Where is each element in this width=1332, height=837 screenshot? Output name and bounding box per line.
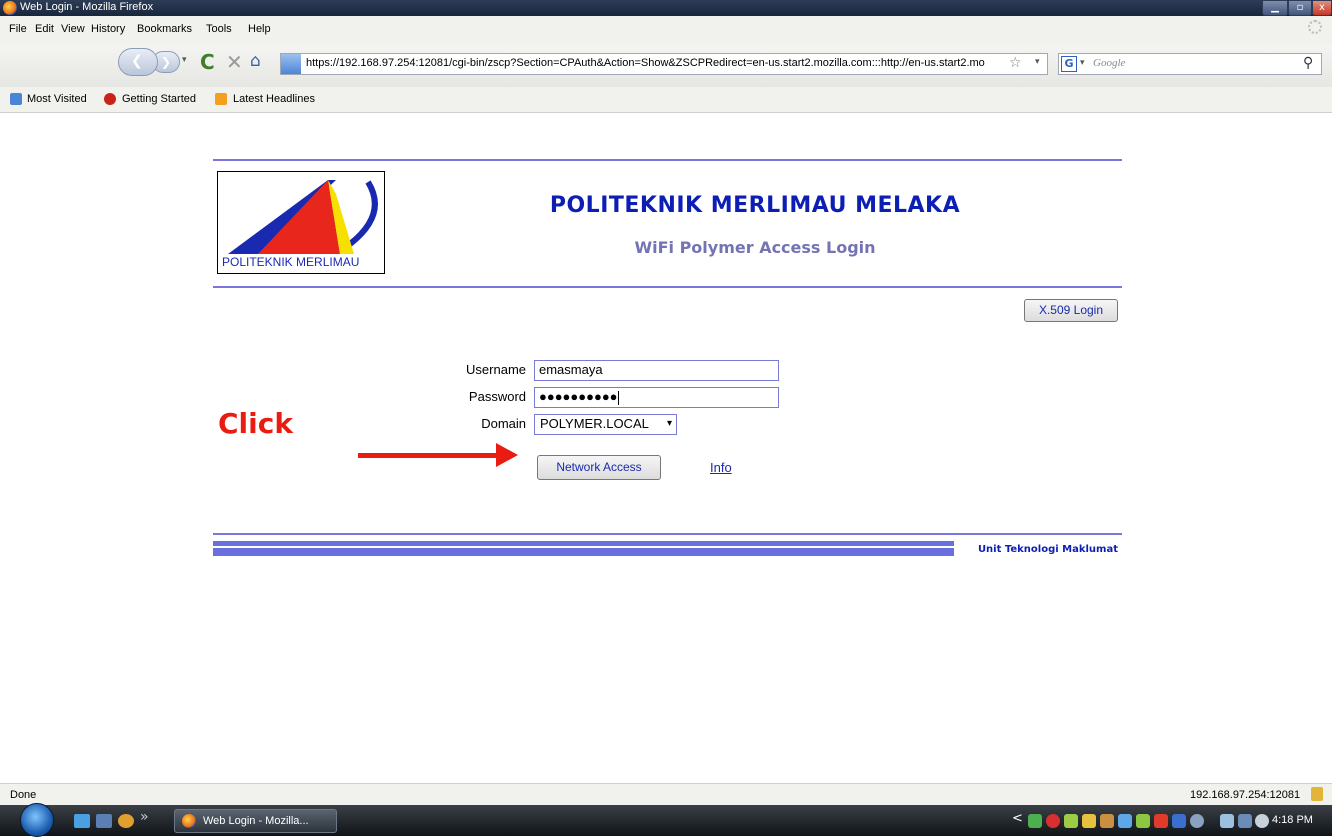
rss-feed-icon <box>215 93 227 105</box>
padlock-icon[interactable] <box>1311 787 1323 801</box>
tray-expand-icon[interactable]: < <box>1012 811 1023 826</box>
window-titlebar: Web Login - Mozilla Firefox ▁ ▫ x <box>0 0 1332 16</box>
tray-alert-icon[interactable] <box>1154 814 1168 828</box>
click-annotation: Click <box>218 407 293 440</box>
status-text: Done <box>10 789 37 801</box>
header-bottom-rule <box>213 286 1122 288</box>
logo-text: POLITEKNIK MERLIMAU <box>222 255 360 269</box>
x509-login-button[interactable]: X.509 Login <box>1024 299 1118 322</box>
info-link[interactable]: Info <box>710 460 732 475</box>
username-label: Username <box>466 362 526 377</box>
quick-launch-app-icon[interactable] <box>118 814 134 828</box>
bookmark-star-icon[interactable]: ☆ <box>1009 55 1022 71</box>
search-bar[interactable]: G ▾ Google ⚲ <box>1058 53 1322 75</box>
tray-connection-icon[interactable] <box>1220 814 1234 828</box>
bookmark-most-visited[interactable]: Most Visited <box>27 93 87 105</box>
firefox-icon <box>182 814 196 828</box>
google-engine-icon[interactable]: G <box>1061 56 1077 72</box>
portal-title: WiFi Polymer Access Login <box>634 238 876 257</box>
taskbar: » Web Login - Mozilla... < 4:18 PM <box>0 803 1332 837</box>
tray-tool-icon[interactable] <box>1100 814 1114 828</box>
tray-security-icon[interactable] <box>1046 814 1060 828</box>
tray-app-icon[interactable] <box>1064 814 1078 828</box>
tray-network-icon[interactable] <box>1028 814 1042 828</box>
red-arrow-icon <box>496 443 518 467</box>
quick-launch-more-icon[interactable]: » <box>140 809 149 825</box>
status-host: 192.168.97.254:12081 <box>1190 789 1301 801</box>
taskbar-button-label: Web Login - Mozilla... <box>203 815 309 827</box>
menu-edit[interactable]: Edit <box>35 23 54 35</box>
minimize-button[interactable]: ▁ <box>1262 0 1288 16</box>
network-access-button[interactable]: Network Access <box>537 455 661 480</box>
red-arrow-shaft <box>358 453 498 458</box>
maximize-button[interactable]: ▫ <box>1288 0 1312 16</box>
menu-history[interactable]: History <box>91 23 125 35</box>
username-input[interactable]: emasmaya <box>534 360 779 381</box>
domain-select[interactable]: POLYMER.LOCAL ▾ <box>534 414 677 435</box>
menu-file[interactable]: File <box>9 23 27 35</box>
most-visited-icon <box>10 93 22 105</box>
url-bar[interactable]: https://192.168.97.254:12081/cgi-bin/zsc… <box>280 53 1048 75</box>
bookmark-latest-headlines[interactable]: Latest Headlines <box>233 93 315 105</box>
stop-icon[interactable]: ✕ <box>226 50 243 74</box>
show-desktop-icon[interactable] <box>74 814 90 828</box>
footer-bar-1 <box>213 541 954 546</box>
footer-text: Unit Teknologi Maklumat <box>977 544 1118 555</box>
politeknik-logo: POLITEKNIK MERLIMAU <box>217 171 385 274</box>
domain-label: Domain <box>481 416 526 431</box>
search-icon[interactable]: ⚲ <box>1303 55 1313 71</box>
reload-icon[interactable]: C <box>200 50 215 74</box>
password-mask: ●●●●●●●●●● <box>539 389 618 404</box>
back-arrow-icon: ❮ <box>131 53 143 69</box>
clock[interactable]: 4:18 PM <box>1272 814 1313 826</box>
bookmark-getting-started[interactable]: Getting Started <box>122 93 196 105</box>
search-engine-dropdown-icon[interactable]: ▾ <box>1080 58 1085 68</box>
getting-started-icon <box>104 93 116 105</box>
password-input[interactable]: ●●●●●●●●●● <box>534 387 779 408</box>
history-dropdown-icon[interactable]: ▾ <box>182 55 187 65</box>
switch-windows-icon[interactable] <box>96 814 112 828</box>
menu-tools[interactable]: Tools <box>206 23 232 35</box>
navigation-toolbar: ❯ ❮ ▾ C ✕ ⌂ https://192.168.97.254:12081… <box>0 45 1332 87</box>
chevron-down-icon: ▾ <box>666 418 672 429</box>
firefox-icon <box>3 1 17 15</box>
back-button[interactable]: ❮ <box>118 48 158 76</box>
footer-top-rule <box>213 533 1122 535</box>
menu-bar: File Edit View History Bookmarks Tools H… <box>0 16 1332 45</box>
close-button[interactable]: x <box>1312 0 1332 16</box>
home-icon[interactable]: ⌂ <box>250 51 261 71</box>
forward-arrow-icon: ❯ <box>161 55 172 69</box>
site-identity-icon[interactable] <box>281 54 301 74</box>
bookmarks-toolbar: Most Visited Getting Started Latest Head… <box>0 87 1332 113</box>
menu-bookmarks[interactable]: Bookmarks <box>137 23 192 35</box>
tray-display-icon[interactable] <box>1238 814 1252 828</box>
tray-user-icon[interactable] <box>1082 814 1096 828</box>
status-bar: Done 192.168.97.254:12081 <box>0 783 1332 805</box>
logo-emblem-icon <box>228 180 378 254</box>
password-label: Password <box>468 389 526 404</box>
tray-monitor-icon[interactable] <box>1172 814 1186 828</box>
search-input[interactable]: Google <box>1093 57 1125 69</box>
domain-value: POLYMER.LOCAL <box>540 416 649 431</box>
url-dropdown-icon[interactable]: ▾ <box>1035 57 1040 67</box>
tray-chart-icon[interactable] <box>1136 814 1150 828</box>
text-caret <box>617 390 619 405</box>
window-title: Web Login - Mozilla Firefox <box>20 1 154 13</box>
volume-icon[interactable] <box>1255 814 1269 828</box>
tray-misc-icon[interactable] <box>1190 814 1204 828</box>
throbber-icon <box>1308 20 1322 34</box>
menu-help[interactable]: Help <box>248 23 271 35</box>
footer-bar-3 <box>213 553 954 556</box>
header-top-rule <box>213 159 1122 161</box>
taskbar-firefox-button[interactable]: Web Login - Mozilla... <box>174 809 337 833</box>
organization-name: POLITEKNIK MERLIMAU MELAKA <box>549 193 961 218</box>
menu-view[interactable]: View <box>61 23 85 35</box>
tray-sync-icon[interactable] <box>1118 814 1132 828</box>
start-button[interactable] <box>20 803 54 837</box>
url-text[interactable]: https://192.168.97.254:12081/cgi-bin/zsc… <box>306 57 1028 69</box>
